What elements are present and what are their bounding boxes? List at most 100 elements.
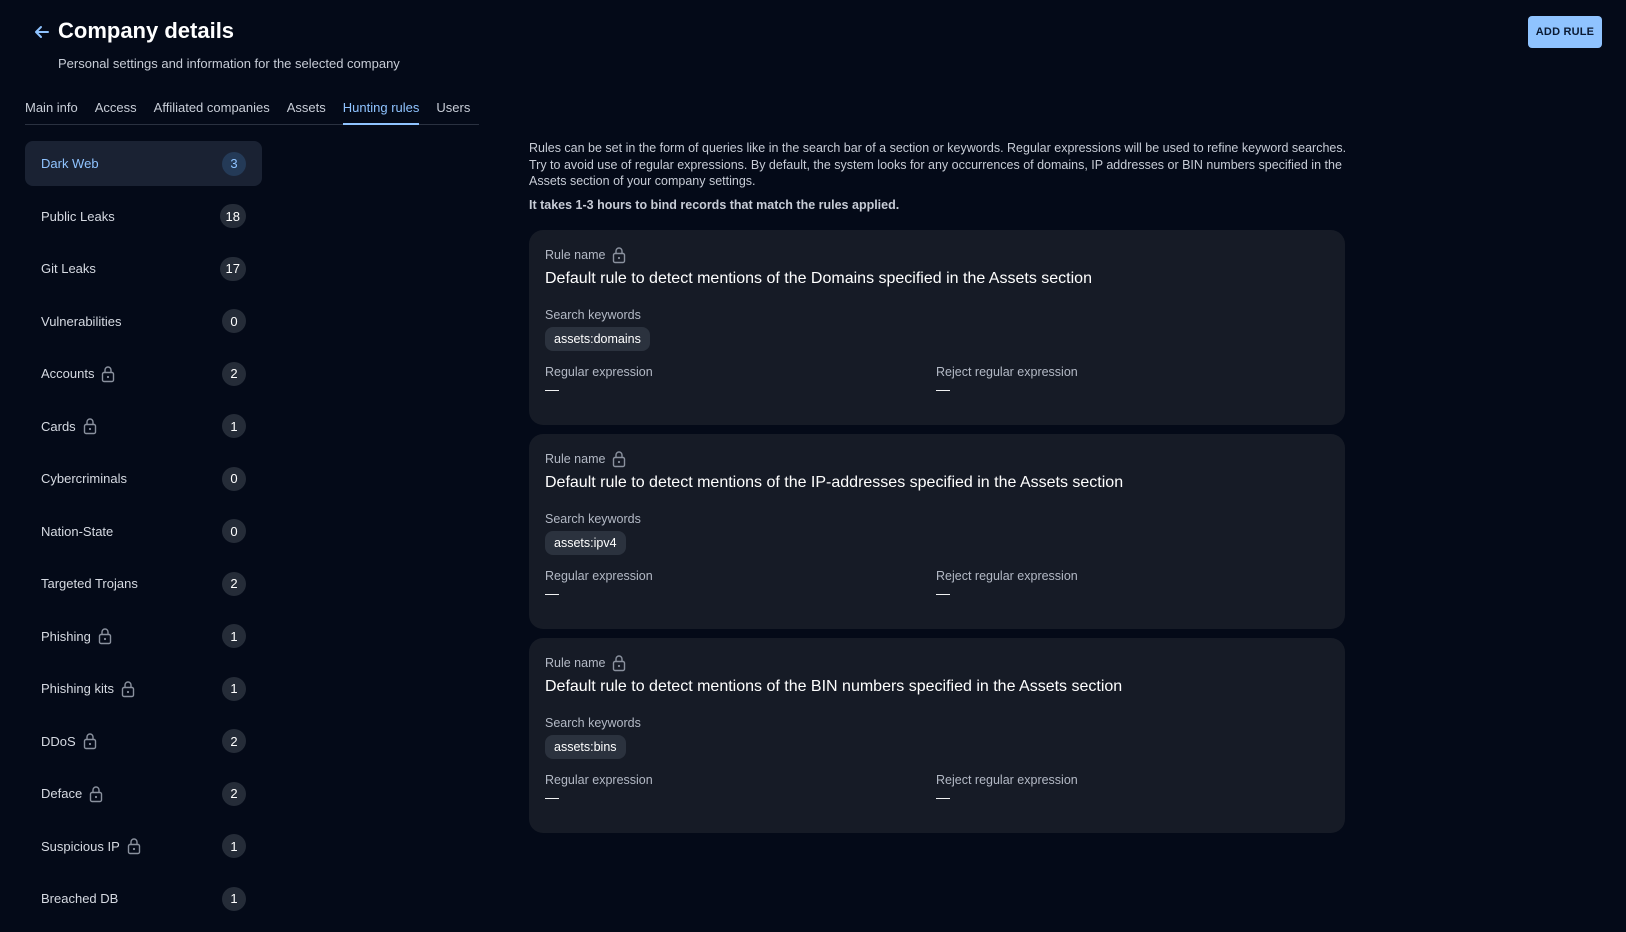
rule-card[interactable]: Rule name Default rule to detect mentions… (529, 638, 1345, 833)
page-title: Company details (58, 18, 235, 43)
tab-bar: Main info Access Affiliated companies As… (25, 96, 479, 125)
regex-row: Regular expression — Reject regular expres… (545, 365, 1329, 397)
sidebar-item-label: Targeted Trojans (41, 576, 138, 591)
rule-name-label-text: Rule name (545, 248, 606, 262)
sidebar-item-dark-web[interactable]: Dark Web 3 (25, 141, 262, 186)
reject-regex-column: Reject regular expression — (936, 569, 1327, 601)
count-badge: 2 (222, 729, 246, 753)
sidebar-item-cybercriminals[interactable]: Cybercriminals 0 (25, 456, 262, 501)
sidebar-item-phishing[interactable]: Phishing 1 (25, 614, 262, 659)
sidebar-item-label: Cybercriminals (41, 471, 127, 486)
sidebar-item-public-leaks[interactable]: Public Leaks 18 (25, 194, 262, 239)
count-badge: 2 (222, 571, 246, 596)
sidebar-item-label: Cards (41, 418, 76, 434)
count-badge: 1 (222, 624, 246, 648)
lock-icon (611, 246, 627, 264)
rule-name-label: Rule name (545, 450, 1329, 468)
sidebar-item-nation-state[interactable]: Nation-State 0 (25, 509, 262, 554)
sidebar-item-label: Public Leaks (41, 208, 115, 224)
lock-icon (611, 450, 627, 468)
add-rule-button[interactable]: ADD RULE (1528, 16, 1602, 48)
sidebar-item-targeted-trojans[interactable]: Targeted Trojans 2 (25, 561, 262, 606)
count-badge: 1 (222, 886, 246, 911)
rule-title: Default rule to detect mentions of the I… (545, 474, 1124, 491)
sidebar-item-label: Accounts (41, 366, 95, 381)
category-sidebar: Dark Web 3 Public Leaks 18 Git Leaks 17 Vulner… (25, 141, 262, 929)
info-panel: Rules can be set in the form of queries … (529, 140, 1349, 212)
regex-column: Regular expression — (545, 569, 936, 601)
info-note: It takes 1-3 hours to bind records that … (529, 197, 900, 212)
lock-icon (611, 654, 627, 672)
reject-regex-label: Reject regular expression (936, 569, 1078, 583)
tab-main-info[interactable]: Main info (25, 96, 78, 124)
sidebar-item-label: Dark Web (41, 156, 99, 171)
count-badge: 2 (222, 781, 246, 806)
count-badge: 1 (222, 414, 246, 438)
count-badge: 3 (222, 151, 246, 176)
regex-label: Regular expression (545, 569, 653, 583)
regex-label: Regular expression (545, 365, 653, 379)
regex-value: — (545, 789, 559, 805)
rule-title: Default rule to detect mentions of the D… (545, 270, 1092, 287)
count-badge: 0 (222, 466, 246, 491)
info-text: Rules can be set in the form of queries … (529, 141, 1347, 188)
sidebar-item-label: DDoS (41, 733, 76, 749)
reject-regex-label: Reject regular expression (936, 773, 1078, 787)
sidebar-item-label: Deface (41, 786, 83, 801)
regex-column: Regular expression — (545, 365, 936, 397)
regex-column: Regular expression — (545, 773, 936, 805)
sidebar-item-label: Phishing kits (41, 681, 114, 696)
sidebar-item-phishing-kits[interactable]: Phishing kits 1 (25, 666, 262, 711)
regex-row: Regular expression — Reject regular expres… (545, 773, 1329, 805)
sidebar-item-accounts[interactable]: Accounts 2 (25, 351, 262, 396)
sidebar-item-deface[interactable]: Deface 2 (25, 771, 262, 816)
reject-regex-value: — (936, 381, 950, 397)
count-badge: 0 (222, 519, 246, 543)
reject-regex-column: Reject regular expression — (936, 773, 1327, 805)
sidebar-item-label: Suspicious IP (41, 838, 120, 854)
tab-users[interactable]: Users (436, 96, 470, 124)
sidebar-item-git-leaks[interactable]: Git Leaks 17 (25, 246, 262, 291)
rule-name-label-text: Rule name (545, 452, 606, 466)
search-keywords-label: Search keywords (545, 308, 641, 322)
rules-list: Rule name Default rule to detect mentions… (529, 230, 1345, 842)
regex-label: Regular expression (545, 773, 653, 787)
regex-value: — (545, 585, 559, 601)
sidebar-item-suspicious-ip[interactable]: Suspicious IP 1 (25, 824, 262, 869)
search-keywords-label: Search keywords (545, 512, 641, 526)
keyword-chip: assets:bins (545, 735, 626, 759)
sidebar-item-cards[interactable]: Cards 1 (25, 404, 262, 449)
tab-hunting-rules[interactable]: Hunting rules (342, 96, 419, 125)
sidebar-item-label: Breached DB (41, 891, 119, 906)
regex-value: — (545, 381, 559, 397)
back-button[interactable] (32, 22, 52, 42)
count-badge: 1 (222, 676, 246, 701)
page-subtitle: Personal settings and information for th… (58, 56, 400, 71)
reject-regex-column: Reject regular expression — (936, 365, 1327, 397)
count-badge: 0 (222, 309, 246, 333)
count-badge: 1 (222, 834, 246, 858)
sidebar-item-label: Git Leaks (41, 261, 96, 276)
tab-access[interactable]: Access (95, 96, 137, 124)
keyword-chip: assets:ipv4 (545, 531, 626, 555)
tab-assets[interactable]: Assets (287, 96, 326, 124)
lock-icon (88, 785, 104, 803)
rule-card[interactable]: Rule name Default rule to detect mentions… (529, 434, 1345, 629)
sidebar-item-breached-db[interactable]: Breached DB 1 (25, 876, 262, 921)
rule-title: Default rule to detect mentions of the B… (545, 678, 1123, 695)
lock-icon (82, 732, 98, 750)
rule-card[interactable]: Rule name Default rule to detect mentions… (529, 230, 1345, 425)
reject-regex-label: Reject regular expression (936, 365, 1078, 379)
reject-regex-value: — (936, 789, 950, 805)
lock-icon (126, 837, 142, 855)
lock-icon (82, 417, 98, 435)
sidebar-item-vulnerabilities[interactable]: Vulnerabilities 0 (25, 299, 262, 344)
sidebar-item-label: Nation-State (41, 523, 114, 539)
sidebar-item-ddos[interactable]: DDoS 2 (25, 719, 262, 764)
lock-icon (97, 627, 113, 645)
count-badge: 2 (222, 361, 246, 386)
rule-name-label: Rule name (545, 246, 1329, 264)
arrow-left-icon (35, 26, 49, 38)
regex-row: Regular expression — Reject regular expres… (545, 569, 1329, 601)
tab-affiliated-companies[interactable]: Affiliated companies (154, 96, 270, 124)
